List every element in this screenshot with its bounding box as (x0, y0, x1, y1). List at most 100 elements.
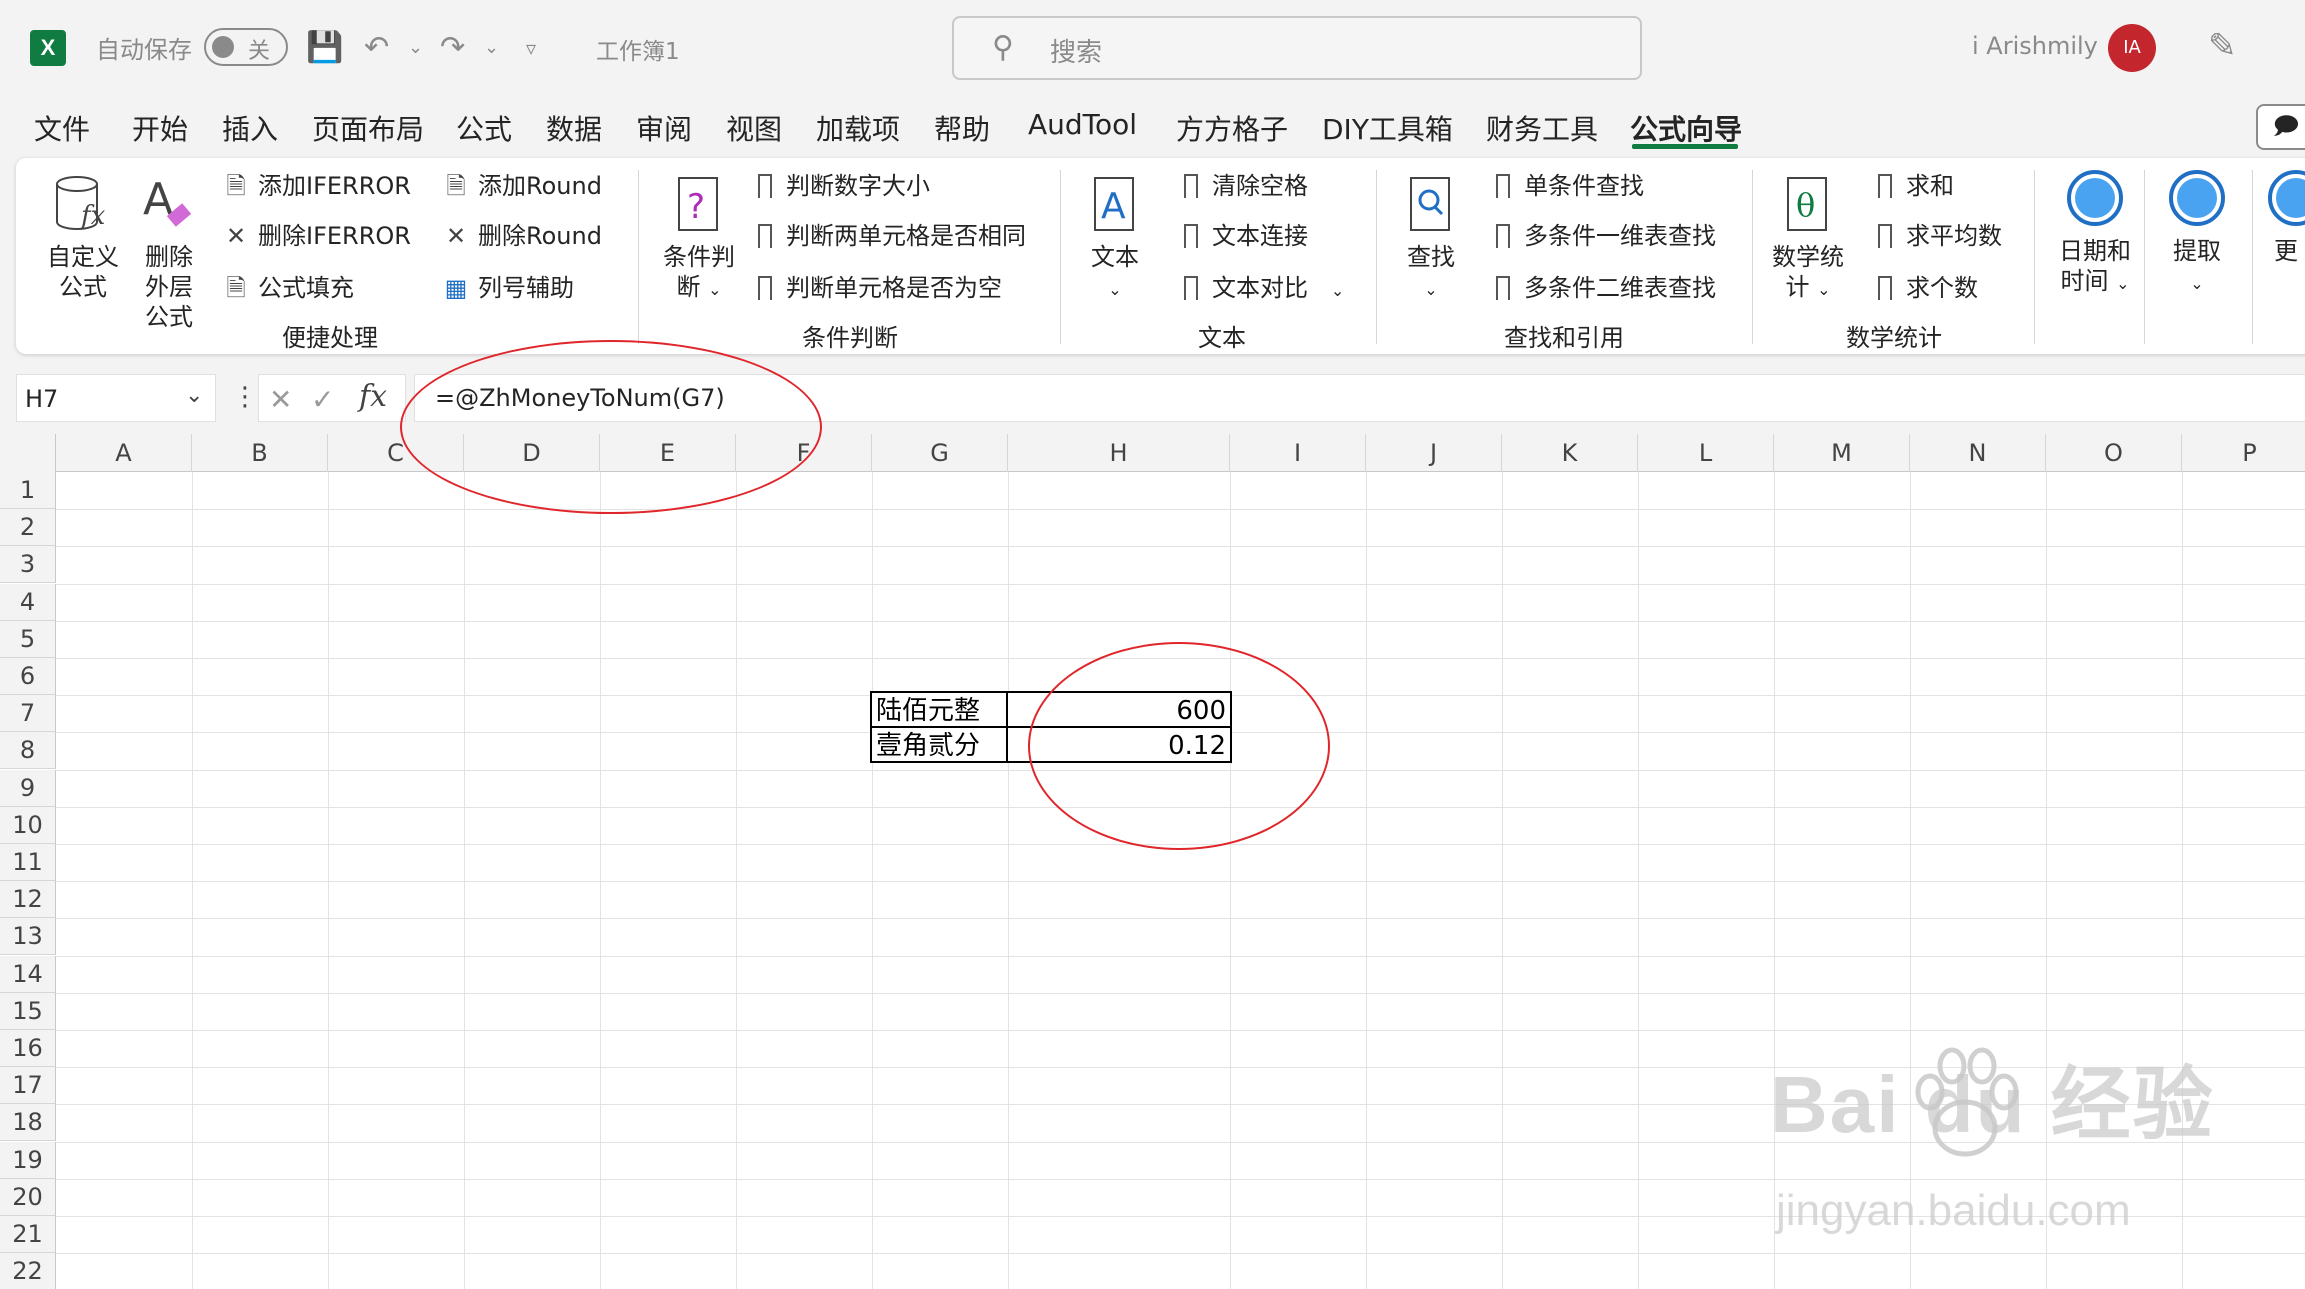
tab-formulas[interactable]: 公式 (456, 108, 512, 148)
judge-number-size-button[interactable]: 判断数字大小 (758, 170, 930, 202)
add-iferror-button[interactable]: 🗎 添加IFERROR (222, 170, 411, 202)
tab-data[interactable]: 数据 (546, 108, 602, 148)
column-header[interactable]: G (872, 434, 1008, 472)
column-header[interactable]: J (1366, 434, 1502, 472)
undo-icon[interactable]: ↶ (364, 28, 389, 68)
tab-fangfang[interactable]: 方方格子 (1176, 108, 1288, 148)
bookmark-icon (1878, 174, 1892, 198)
single-condition-lookup-button[interactable]: 单条件查找 (1496, 170, 1644, 202)
row-header[interactable]: 18 (0, 1104, 56, 1142)
row-header[interactable]: 7 (0, 695, 56, 733)
row-header[interactable]: 13 (0, 918, 56, 956)
row-header[interactable]: 5 (0, 620, 56, 658)
tab-insert[interactable]: 插入 (222, 108, 278, 148)
row-header[interactable]: 14 (0, 955, 56, 993)
row-header[interactable]: 1 (0, 472, 56, 509)
autosave-toggle[interactable]: 关 (204, 28, 288, 66)
user-name[interactable]: i Arishmily (1972, 32, 2098, 60)
row-header[interactable]: 2 (0, 509, 56, 547)
judge-cells-equal-button[interactable]: 判断两单元格是否相同 (758, 220, 1026, 252)
customize-qat-icon[interactable]: ▿ (526, 28, 536, 68)
text-button[interactable]: A 文本 ⌄ (1080, 174, 1150, 305)
redo-icon[interactable]: ↷ (440, 28, 465, 68)
tab-help[interactable]: 帮助 (934, 108, 990, 148)
tab-home[interactable]: 开始 (132, 108, 188, 148)
row-header[interactable]: 16 (0, 1030, 56, 1067)
tab-view[interactable]: 视图 (726, 108, 782, 148)
column-header[interactable]: A (56, 434, 192, 472)
row-header[interactable]: 21 (0, 1216, 56, 1253)
tab-audtool[interactable]: AudTool (1028, 108, 1137, 141)
row-header[interactable]: 11 (0, 844, 56, 881)
remove-iferror-button[interactable]: ✕ 删除IFERROR (222, 220, 411, 252)
cell-G7[interactable]: 陆佰元整 (870, 691, 1008, 728)
clear-spaces-button[interactable]: 清除空格 (1184, 170, 1308, 202)
multi-condition-1d-lookup-button[interactable]: 多条件一维表查找 (1496, 220, 1716, 252)
row-header[interactable]: 20 (0, 1178, 56, 1216)
row-header[interactable]: 6 (0, 658, 56, 695)
column-header[interactable]: N (1910, 434, 2046, 472)
search-box[interactable]: ⚲ 搜索 (952, 16, 1642, 80)
row-header[interactable]: 22 (0, 1253, 56, 1289)
row-header[interactable]: 10 (0, 806, 56, 844)
name-box[interactable]: H7 ⌄ (16, 374, 216, 422)
column-header[interactable]: B (192, 434, 328, 472)
condition-judge-button[interactable]: ? 条件判断 ⌄ (656, 174, 742, 305)
column-header[interactable]: O (2046, 434, 2182, 472)
average-button[interactable]: 求平均数 (1878, 220, 2002, 252)
comments-button[interactable]: 🗩 (2256, 104, 2305, 150)
cancel-icon[interactable]: ✕ (269, 383, 292, 416)
row-gridline (56, 918, 2305, 920)
row-header[interactable]: 17 (0, 1067, 56, 1105)
sum-button[interactable]: 求和 (1878, 170, 1954, 202)
count-button[interactable]: 求个数 (1878, 272, 1978, 304)
column-header[interactable]: H (1008, 434, 1230, 472)
tab-diy-toolbox[interactable]: DIY工具箱 (1322, 108, 1453, 148)
multi-condition-2d-lookup-button[interactable]: 多条件二维表查找 (1496, 272, 1716, 304)
confirm-icon[interactable]: ✓ (311, 383, 334, 416)
column-header[interactable]: P (2182, 434, 2305, 472)
tab-formula-wizard[interactable]: 公式向导 (1630, 108, 1742, 148)
chevron-down-icon[interactable]: ⌄ (185, 383, 203, 408)
row-header[interactable]: 19 (0, 1141, 56, 1179)
more-button[interactable]: 更 (2266, 168, 2305, 266)
tab-page-layout[interactable]: 页面布局 (312, 108, 424, 148)
row-header[interactable]: 8 (0, 732, 56, 770)
tab-finance-tools[interactable]: 财务工具 (1486, 108, 1598, 148)
column-header[interactable]: L (1638, 434, 1774, 472)
text-compare-button[interactable]: 文本对比 ⌄ (1184, 272, 1344, 307)
row-header[interactable]: 12 (0, 881, 56, 919)
tab-file[interactable]: 文件 (34, 108, 90, 148)
remove-round-button[interactable]: ✕ 删除Round (442, 220, 602, 252)
date-time-button[interactable]: 日期和时间 ⌄ (2052, 168, 2138, 299)
judge-cell-empty-button[interactable]: 判断单元格是否为空 (758, 272, 1002, 304)
extract-button[interactable]: 提取 ⌄ (2160, 168, 2234, 299)
save-icon[interactable]: 💾 (306, 28, 343, 68)
formula-fill-button[interactable]: 🗎 公式填充 (222, 272, 354, 304)
row-header[interactable]: 4 (0, 583, 56, 621)
text-concat-button[interactable]: 文本连接 (1184, 220, 1308, 252)
tab-addins[interactable]: 加载项 (816, 108, 900, 148)
select-all-corner[interactable] (0, 434, 56, 472)
math-stats-button[interactable]: θ 数学统计 ⌄ (1768, 174, 1848, 305)
column-helper-button[interactable]: ▦ 列号辅助 (442, 272, 574, 304)
row-header[interactable]: 15 (0, 992, 56, 1030)
lookup-button[interactable]: 查找 ⌄ (1396, 174, 1466, 305)
redo-dropdown-icon[interactable]: ⌄ (484, 28, 499, 68)
column-header[interactable]: K (1502, 434, 1638, 472)
column-header[interactable]: I (1230, 434, 1366, 472)
add-round-button[interactable]: 🗎 添加Round (442, 170, 602, 202)
custom-formula-button[interactable]: fx 自定义公式 (44, 174, 122, 302)
remove-outer-formula-button[interactable]: A 删除外层公式 (134, 174, 204, 332)
avatar[interactable]: IA (2108, 24, 2156, 72)
column-header[interactable]: M (1774, 434, 1910, 472)
more-options-icon[interactable]: ⋮ (232, 382, 258, 412)
row-header[interactable]: 9 (0, 769, 56, 807)
insert-function-icon[interactable]: fx (359, 379, 387, 414)
svg-text:A: A (1101, 186, 1126, 227)
undo-dropdown-icon[interactable]: ⌄ (408, 28, 423, 68)
cell-G8[interactable]: 壹角贰分 (870, 726, 1008, 763)
tab-review[interactable]: 审阅 (636, 108, 692, 148)
row-header[interactable]: 3 (0, 546, 56, 584)
pen-icon[interactable]: ✎ (2208, 26, 2237, 66)
